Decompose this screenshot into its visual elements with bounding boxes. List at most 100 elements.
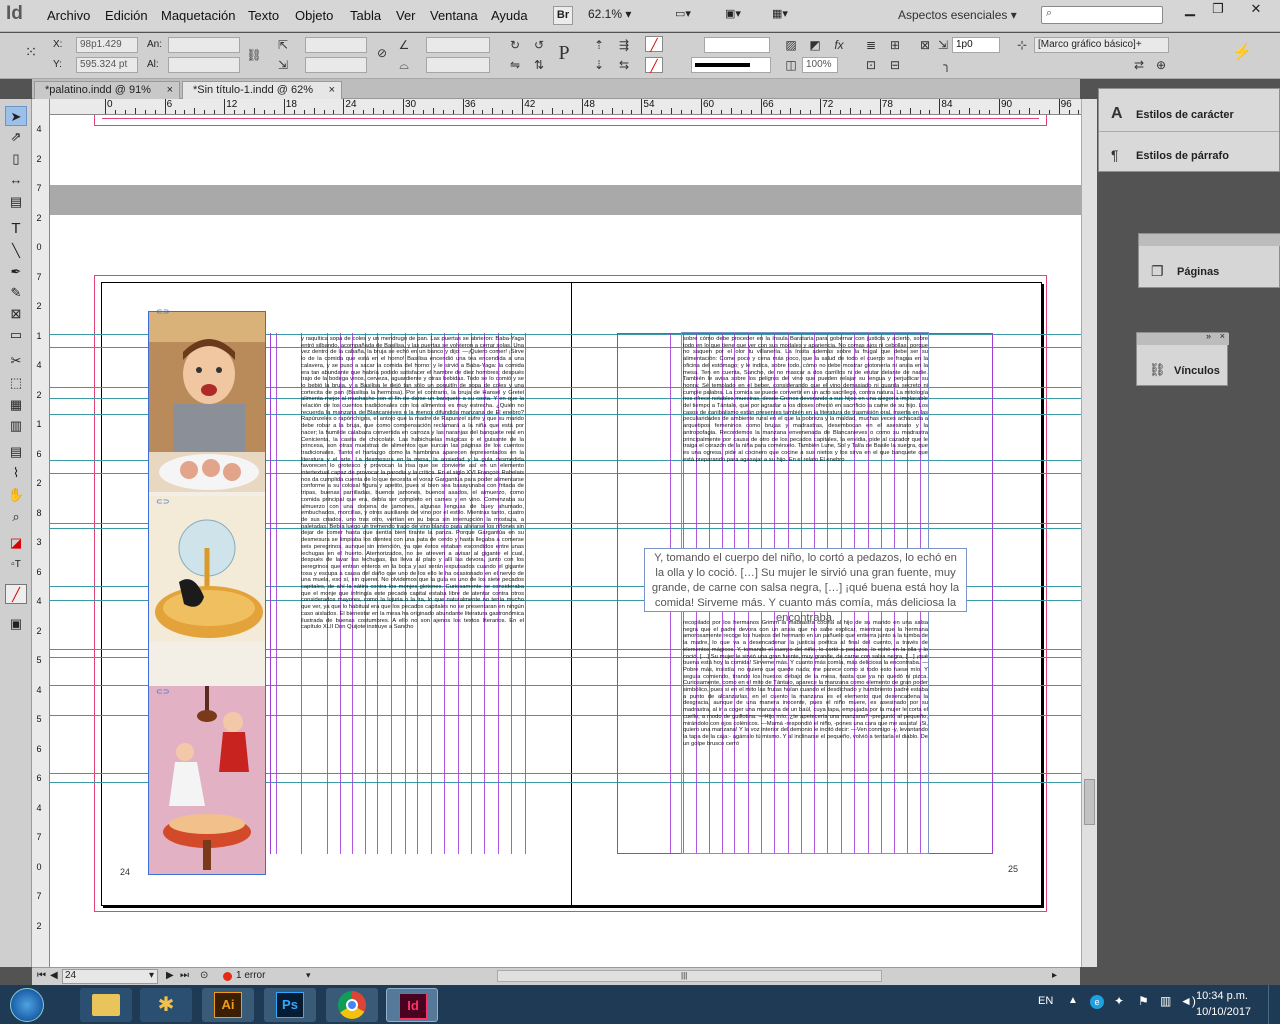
quick-apply-icon[interactable]: ⚡	[1232, 45, 1252, 61]
taskbar-photoshop[interactable]: Ps	[264, 988, 316, 1022]
right-text-frame-bottom[interactable]: recopilado por los hermanos Grimm la mad…	[683, 620, 928, 854]
select-container-icon[interactable]: ⇡	[590, 37, 608, 53]
stroke-type-select[interactable]	[691, 57, 771, 73]
stroke-weight-select[interactable]	[704, 37, 770, 53]
tab-sin-titulo[interactable]: *Sin título-1.indd @ 62% ×	[182, 81, 342, 99]
formatting-affects-icon[interactable]: ▫T	[5, 555, 27, 575]
vertical-ruler[interactable]: 4 2 7 2 0 7 2 1 4 2 1 6 2 8 3 6 4 2 5 4 5 6 6 4 7 0 7 2	[32, 99, 50, 967]
next-page-icon[interactable]: ▶	[166, 970, 174, 981]
link-badge-icon[interactable]: ⊂⊃	[156, 307, 169, 316]
object-style-select[interactable]: [Marco gráfico básico]+	[1034, 37, 1169, 53]
screen-mode-icon[interactable]: ▣▾	[718, 6, 748, 25]
minimize-button[interactable]: ▁	[1175, 0, 1205, 20]
close-button[interactable]: ✕	[1236, 0, 1276, 20]
opacity-field[interactable]: 100%	[802, 57, 838, 73]
fit-content-icon[interactable]: ⇲	[934, 37, 952, 53]
x-field[interactable]: 98p1.429	[76, 37, 138, 53]
pull-quote-frame[interactable]: Y, tomando el cuerpo del niño, lo cortó …	[644, 548, 967, 624]
select-prev-icon[interactable]: ⇆	[615, 57, 633, 73]
content-collector-icon[interactable]: ▤	[5, 192, 27, 212]
scissors-tool-icon[interactable]: ✂	[5, 351, 27, 371]
link-badge-icon[interactable]: ⊂⊃	[156, 497, 169, 506]
gap-tool-icon[interactable]: ↔	[5, 170, 27, 190]
height-field[interactable]	[168, 57, 240, 73]
screen-mode-icon[interactable]: ▣	[5, 614, 27, 634]
zoom-tool-icon[interactable]: ⌕	[5, 507, 27, 527]
taskbar-illustrator[interactable]: Ai	[202, 988, 254, 1022]
gradient-feather-icon[interactable]: ▥	[5, 416, 27, 436]
direction-p-icon[interactable]: P	[555, 43, 573, 63]
horizontal-ruler[interactable]: 0 6 12 18 24 30 36 42 48 54 60 66 72 78 84 90 96	[50, 99, 1081, 115]
rectangle-frame-tool-icon[interactable]: ⊠	[5, 304, 27, 324]
close-icon[interactable]: ×	[167, 82, 173, 99]
stroke-swatch-icon[interactable]: ╱	[645, 57, 663, 73]
stroke-weight-field[interactable]: 1p0	[952, 37, 1000, 53]
link-badge-icon[interactable]: ⊂⊃	[156, 687, 169, 696]
menu-tabla[interactable]: Tabla	[350, 8, 381, 23]
error-count[interactable]: 1 error	[236, 970, 265, 981]
select-next-icon[interactable]: ⇶	[615, 37, 633, 53]
type-tool-icon[interactable]: T	[5, 219, 27, 239]
left-text-frame[interactable]: y raquítica sopa de coles y un mendrugo …	[301, 336, 524, 856]
note-tool-icon[interactable]: ▤	[5, 442, 27, 462]
gradient-tool-icon[interactable]: ▦	[5, 395, 27, 415]
free-transform-tool-icon[interactable]: ⬚	[5, 373, 27, 393]
links-chain-icon[interactable]: ⛓	[1149, 362, 1166, 378]
image-strip-frame[interactable]	[148, 311, 266, 875]
first-page-icon[interactable]: ⏮	[37, 970, 46, 981]
scroll-grip[interactable]: |||	[681, 971, 687, 980]
pages-label[interactable]: Páginas	[1177, 266, 1219, 278]
volume-icon[interactable]: ◄)	[1180, 994, 1196, 1008]
redefine-style-icon[interactable]: ⊕	[1152, 57, 1170, 73]
bridge-button[interactable]: Br	[553, 6, 573, 25]
text-wrap-jump-icon[interactable]: ⊟	[886, 57, 904, 73]
dropbox-icon[interactable]: ✦	[1114, 994, 1124, 1008]
close-icon[interactable]: ×	[1220, 331, 1225, 341]
flip-v-icon[interactable]: ⇅	[530, 57, 548, 73]
language-indicator[interactable]: EN	[1038, 995, 1053, 1007]
eyedropper-tool-icon[interactable]: ⌇	[5, 463, 27, 483]
corner-options-icon[interactable]: ╮	[938, 57, 956, 73]
panel-grip[interactable]	[1139, 234, 1280, 246]
menu-ver[interactable]: Ver	[396, 8, 416, 23]
line-tool-icon[interactable]: ╲	[5, 241, 27, 261]
chevron-down-icon[interactable]: ▾	[306, 970, 311, 981]
show-desktop-button[interactable]	[1268, 985, 1280, 1024]
rotate-cw-icon[interactable]: ↻	[506, 37, 524, 53]
paragraph-styles-label[interactable]: Estilos de párrafo	[1136, 150, 1229, 162]
clear-overrides-icon[interactable]: ⇄	[1130, 57, 1148, 73]
workspace-switcher[interactable]: Aspectos esenciales ▾	[898, 8, 1017, 22]
start-button[interactable]	[10, 988, 44, 1022]
page-selector[interactable]: 24 ▾	[62, 969, 158, 984]
flag-icon[interactable]: ⚑	[1138, 994, 1149, 1008]
character-styles-icon[interactable]: A	[1111, 105, 1123, 123]
scale-y-field[interactable]	[305, 57, 367, 73]
last-page-icon[interactable]: ⏭	[180, 970, 189, 981]
width-field[interactable]	[168, 37, 240, 53]
reference-point-icon[interactable]: ⁙	[22, 45, 40, 61]
view-options-icon[interactable]: ▭▾	[668, 6, 698, 25]
rotate-field[interactable]	[426, 37, 490, 53]
rectangle-tool-icon[interactable]: ▭	[5, 325, 27, 345]
tab-palatino[interactable]: *palatino.indd @ 91% ×	[34, 81, 180, 99]
hand-tool-icon[interactable]: ✋	[5, 485, 27, 505]
stroke-options-icon[interactable]: ▨	[782, 37, 800, 53]
panel-grip[interactable]: » ×	[1137, 331, 1229, 345]
search-input[interactable]: ⌕	[1041, 6, 1163, 24]
taskbar-indesign[interactable]: Id	[386, 988, 438, 1022]
clock-date[interactable]: 10/10/2017	[1196, 1006, 1251, 1018]
expand-icon[interactable]: »	[1206, 331, 1211, 341]
text-wrap-box-icon[interactable]: ⊞	[886, 37, 904, 53]
text-wrap-shape-icon[interactable]: ⊡	[862, 57, 880, 73]
fill-stroke-icon[interactable]: ◪	[5, 533, 27, 553]
links-label[interactable]: Vínculos	[1174, 365, 1220, 377]
pen-tool-icon[interactable]: ✒	[5, 262, 27, 282]
document-canvas[interactable]: ⊂⊃ ⊂⊃ ⊂⊃ y raquítica sopa de coles y un …	[50, 115, 1081, 967]
close-icon[interactable]: ×	[329, 82, 335, 99]
arrange-documents-icon[interactable]: ▦▾	[764, 6, 796, 25]
scale-x-field[interactable]	[305, 37, 367, 53]
prev-page-icon[interactable]: ◀	[50, 970, 58, 981]
tray-expand-icon[interactable]: ▲	[1068, 995, 1078, 1006]
flip-h-icon[interactable]: ⇋	[506, 57, 524, 73]
pages-icon[interactable]: ❐	[1151, 263, 1164, 280]
